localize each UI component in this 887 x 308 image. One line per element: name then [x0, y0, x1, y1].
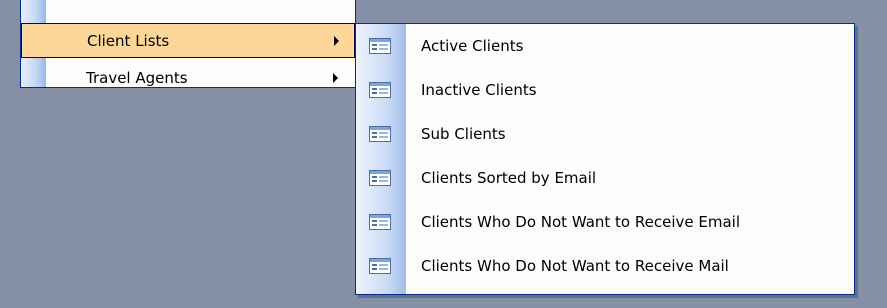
form-icon: [369, 82, 391, 98]
form-icon: [369, 38, 391, 54]
form-icon: [369, 126, 391, 142]
submenu-item-inactive-clients[interactable]: Inactive Clients: [356, 68, 854, 112]
submenu-item-label: Active Clients: [421, 37, 524, 55]
submenu-item-active-clients[interactable]: Active Clients: [356, 24, 854, 68]
submenu-arrow-icon: [333, 72, 338, 83]
form-icon: [369, 214, 391, 230]
menu-item-label: Client Lists: [87, 31, 170, 50]
submenu-arrow-icon: [334, 35, 339, 46]
form-icon: [369, 170, 391, 186]
parent-menu: Client Lists Travel Agents: [20, 0, 356, 88]
submenu-item-label: Inactive Clients: [421, 81, 537, 99]
submenu-item-label: Clients Who Do Not Want to Receive Mail: [421, 257, 729, 275]
submenu-item-no-email[interactable]: Clients Who Do Not Want to Receive Email: [356, 200, 854, 244]
submenu-item-sub-clients[interactable]: Sub Clients: [356, 112, 854, 156]
form-icon: [369, 258, 391, 274]
menu-item-client-lists[interactable]: Client Lists: [21, 23, 355, 58]
submenu-item-label: Sub Clients: [421, 125, 506, 143]
submenu-item-label: Clients Sorted by Email: [421, 169, 597, 187]
menu-item-label: Travel Agents: [86, 68, 188, 87]
submenu-item-label: Clients Who Do Not Want to Receive Email: [421, 213, 740, 231]
client-lists-submenu: Active Clients Inactive Clients Sub Clie…: [355, 23, 855, 295]
submenu-item-no-mail[interactable]: Clients Who Do Not Want to Receive Mail: [356, 244, 854, 288]
submenu-item-clients-sorted-by-email[interactable]: Clients Sorted by Email: [356, 156, 854, 200]
menu-item-travel-agents[interactable]: Travel Agents: [21, 60, 355, 95]
